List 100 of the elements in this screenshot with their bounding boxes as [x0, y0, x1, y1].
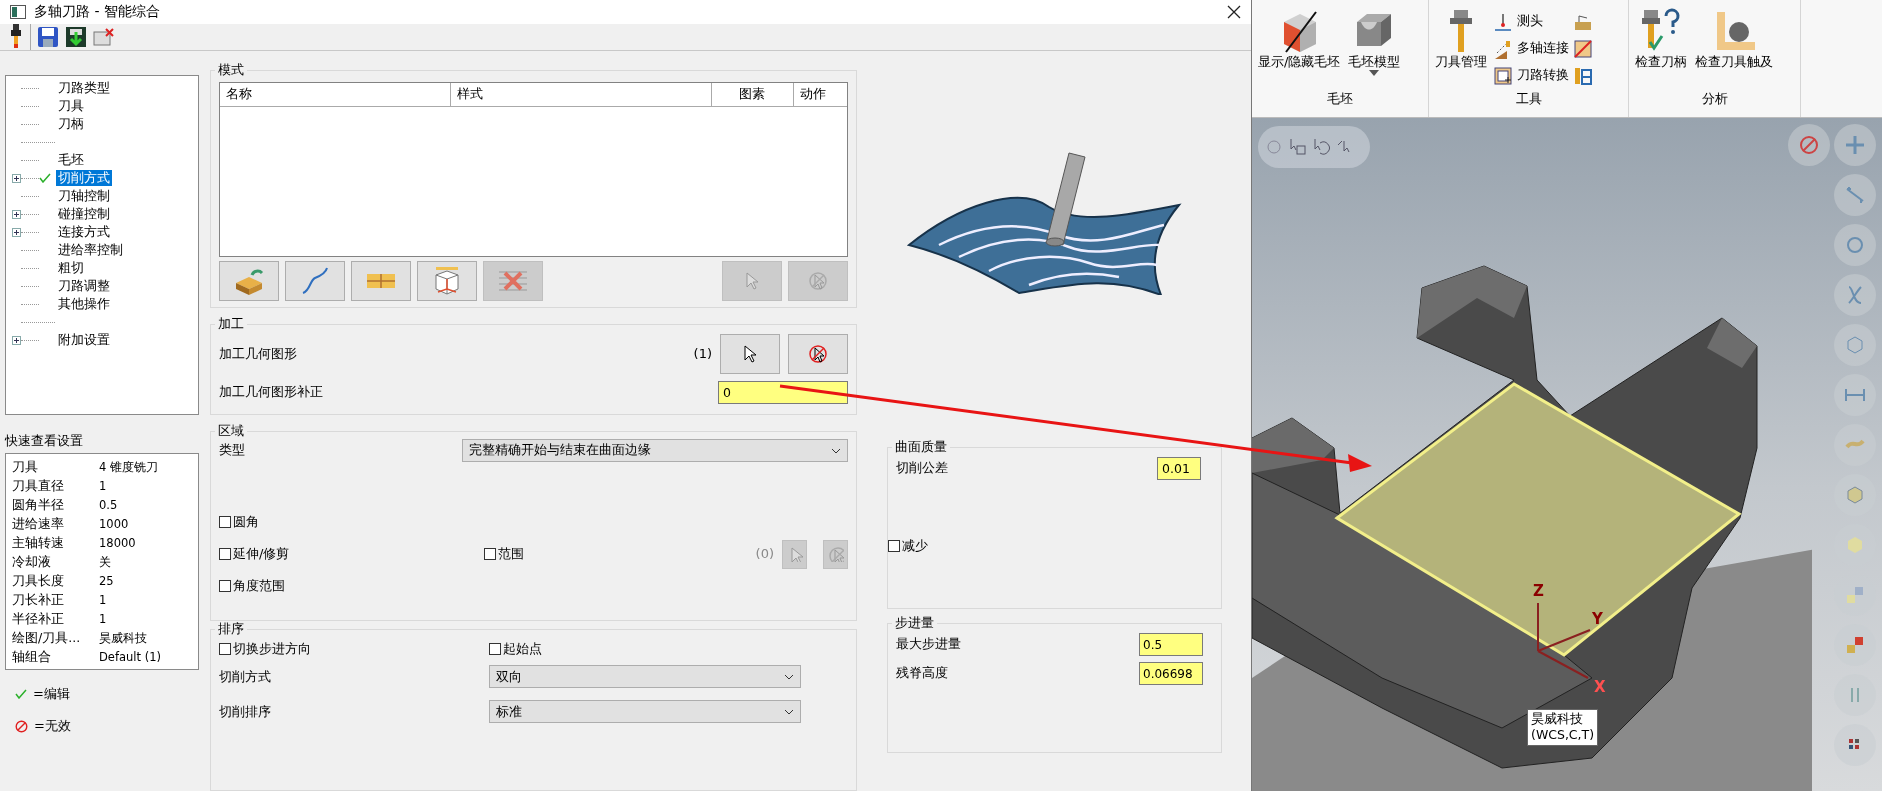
view-tool-button[interactable] — [1834, 224, 1876, 266]
window-app-icon — [10, 5, 26, 19]
chevron-down-icon — [784, 708, 794, 715]
tree-item[interactable]: 刀柄 — [56, 115, 86, 133]
ribbon-button[interactable]: 检查刀具触及 — [1693, 4, 1775, 91]
expand-toggle-icon[interactable] — [12, 335, 21, 345]
setting-value: 1 — [99, 611, 107, 626]
setting-value: Default (1) — [99, 649, 161, 664]
checkbox[interactable] — [484, 548, 497, 560]
layers-icon — [365, 272, 397, 290]
tree-item[interactable]: 切削方式 — [56, 169, 112, 187]
setting-name: 刀具直径 — [12, 477, 65, 494]
checkbox[interactable] — [219, 548, 231, 560]
field-label: 切削公差 — [896, 460, 949, 477]
no-entry-icon — [15, 719, 28, 733]
ribbon-button[interactable]: 检查刀柄 — [1633, 4, 1689, 91]
checkbox-label: 延伸/修剪 — [233, 545, 290, 563]
cube-icon — [432, 266, 462, 296]
tool-button[interactable] — [417, 261, 477, 301]
checkbox[interactable] — [488, 643, 501, 656]
tree-item[interactable]: 碰撞控制 — [56, 205, 112, 223]
tree-item[interactable]: 粗切 — [56, 259, 86, 277]
tolerance-input[interactable]: 0.01 — [1157, 457, 1201, 480]
tree-item[interactable]: 其他操作 — [56, 295, 112, 313]
group-title: 模式 — [215, 62, 247, 78]
field-label: 加工几何图形 — [219, 345, 298, 363]
tree-item[interactable]: 附加设置 — [56, 331, 112, 349]
checkbox[interactable] — [219, 516, 231, 528]
tool-table-icon[interactable] — [1573, 65, 1593, 86]
ribbon-button[interactable]: 多轴连接 — [1493, 35, 1569, 62]
setting-value: 0.5 — [99, 497, 118, 512]
expand-toggle-icon[interactable] — [12, 209, 21, 219]
dropdown[interactable]: 标准 — [489, 700, 801, 724]
number-input[interactable]: 0.06698 — [1139, 662, 1203, 685]
select-box-icon[interactable] — [1288, 137, 1308, 157]
column-header[interactable]: 名称 — [220, 83, 452, 106]
tree-item[interactable]: 进给率控制 — [56, 241, 125, 259]
pick-button[interactable] — [788, 334, 848, 374]
expand-toggle-icon[interactable] — [12, 227, 21, 237]
ribbon-button[interactable]: 刀具管理 — [1433, 4, 1489, 91]
view-tool-button[interactable] — [1788, 124, 1830, 166]
probe-icon — [1493, 11, 1513, 32]
tool-button[interactable] — [351, 261, 411, 301]
column-header[interactable]: 图素 — [712, 83, 794, 106]
field-label: 加工几何图形补正 — [219, 384, 324, 401]
selection-mode-icon[interactable] — [1264, 137, 1284, 157]
checkbox-label: 角度范围 — [233, 577, 285, 595]
tree-item[interactable]: 连接方式 — [56, 223, 112, 241]
ribbon-button[interactable]: 刀路转换 — [1493, 62, 1569, 89]
checkbox[interactable] — [219, 580, 231, 592]
save-down-icon[interactable] — [65, 26, 87, 48]
chevron-down-icon — [831, 447, 841, 454]
ribbon-button[interactable]: 测头 — [1493, 8, 1569, 35]
axis-label: Z — [1533, 584, 1544, 599]
tree-item[interactable]: 刀具 — [56, 97, 86, 115]
deselect-cursor-icon — [827, 546, 844, 562]
tool-button[interactable] — [219, 261, 279, 301]
close-icon[interactable] — [1227, 5, 1241, 19]
tool-icon[interactable] — [8, 24, 24, 50]
setting-name: 刀具长度 — [12, 572, 65, 589]
setting-value: 1 — [99, 478, 107, 493]
setting-name: 轴组合 — [12, 648, 52, 665]
tree-item[interactable]: 刀路类型 — [56, 79, 112, 97]
axis-label: X — [1594, 680, 1606, 695]
expand-toggle-icon[interactable] — [12, 173, 21, 183]
setting-name: 进给速率 — [12, 515, 65, 532]
checkbox[interactable] — [219, 643, 231, 656]
checkbox[interactable] — [888, 540, 900, 553]
dropdown[interactable]: 双向 — [489, 665, 801, 689]
field-label: 切削排序 — [219, 703, 272, 720]
close-file-icon[interactable] — [93, 27, 115, 47]
checkbox-label: 范围 — [498, 545, 525, 563]
type-dropdown[interactable]: 完整精确开始与结束在曲面边缘 — [462, 439, 848, 462]
ribbon-button[interactable]: 毛坯模型 — [1346, 4, 1403, 91]
offset-input[interactable]: 0 — [718, 381, 848, 404]
group-title: 加工 — [215, 316, 247, 332]
setting-value: 关 — [99, 554, 111, 569]
column-header[interactable]: 样式 — [451, 83, 713, 106]
save-icon[interactable] — [37, 26, 59, 48]
tree-item[interactable]: 毛坯 — [56, 151, 86, 169]
column-header[interactable]: 动作 — [793, 83, 847, 106]
window-title: 多轴刀路 - 智能综合 — [34, 3, 161, 21]
field-label: 类型 — [219, 442, 245, 459]
setting-name: 半径补正 — [12, 610, 65, 627]
hatched-square-icon[interactable] — [1573, 38, 1593, 59]
tree-item[interactable]: 刀轴控制 — [56, 187, 112, 205]
view-tool-button[interactable] — [1834, 724, 1876, 766]
rotate-select-icon[interactable] — [1312, 137, 1332, 157]
check-icon — [15, 689, 27, 700]
ribbon-button[interactable]: 显示/隐藏毛坯 — [1256, 4, 1343, 91]
tool-button[interactable] — [285, 261, 345, 301]
view-tool-button[interactable] — [1834, 374, 1876, 416]
view-tool-button[interactable] — [1834, 274, 1876, 316]
group-title: 排序 — [215, 621, 247, 637]
legend-label: =编辑 — [33, 686, 70, 703]
checkbox-label: 切换步进方向 — [233, 641, 311, 658]
setting-value: 1 — [99, 592, 107, 607]
pick-button[interactable] — [720, 334, 780, 374]
tree-item[interactable]: 刀路调整 — [56, 277, 112, 295]
number-input[interactable]: 0.5 — [1139, 633, 1203, 656]
